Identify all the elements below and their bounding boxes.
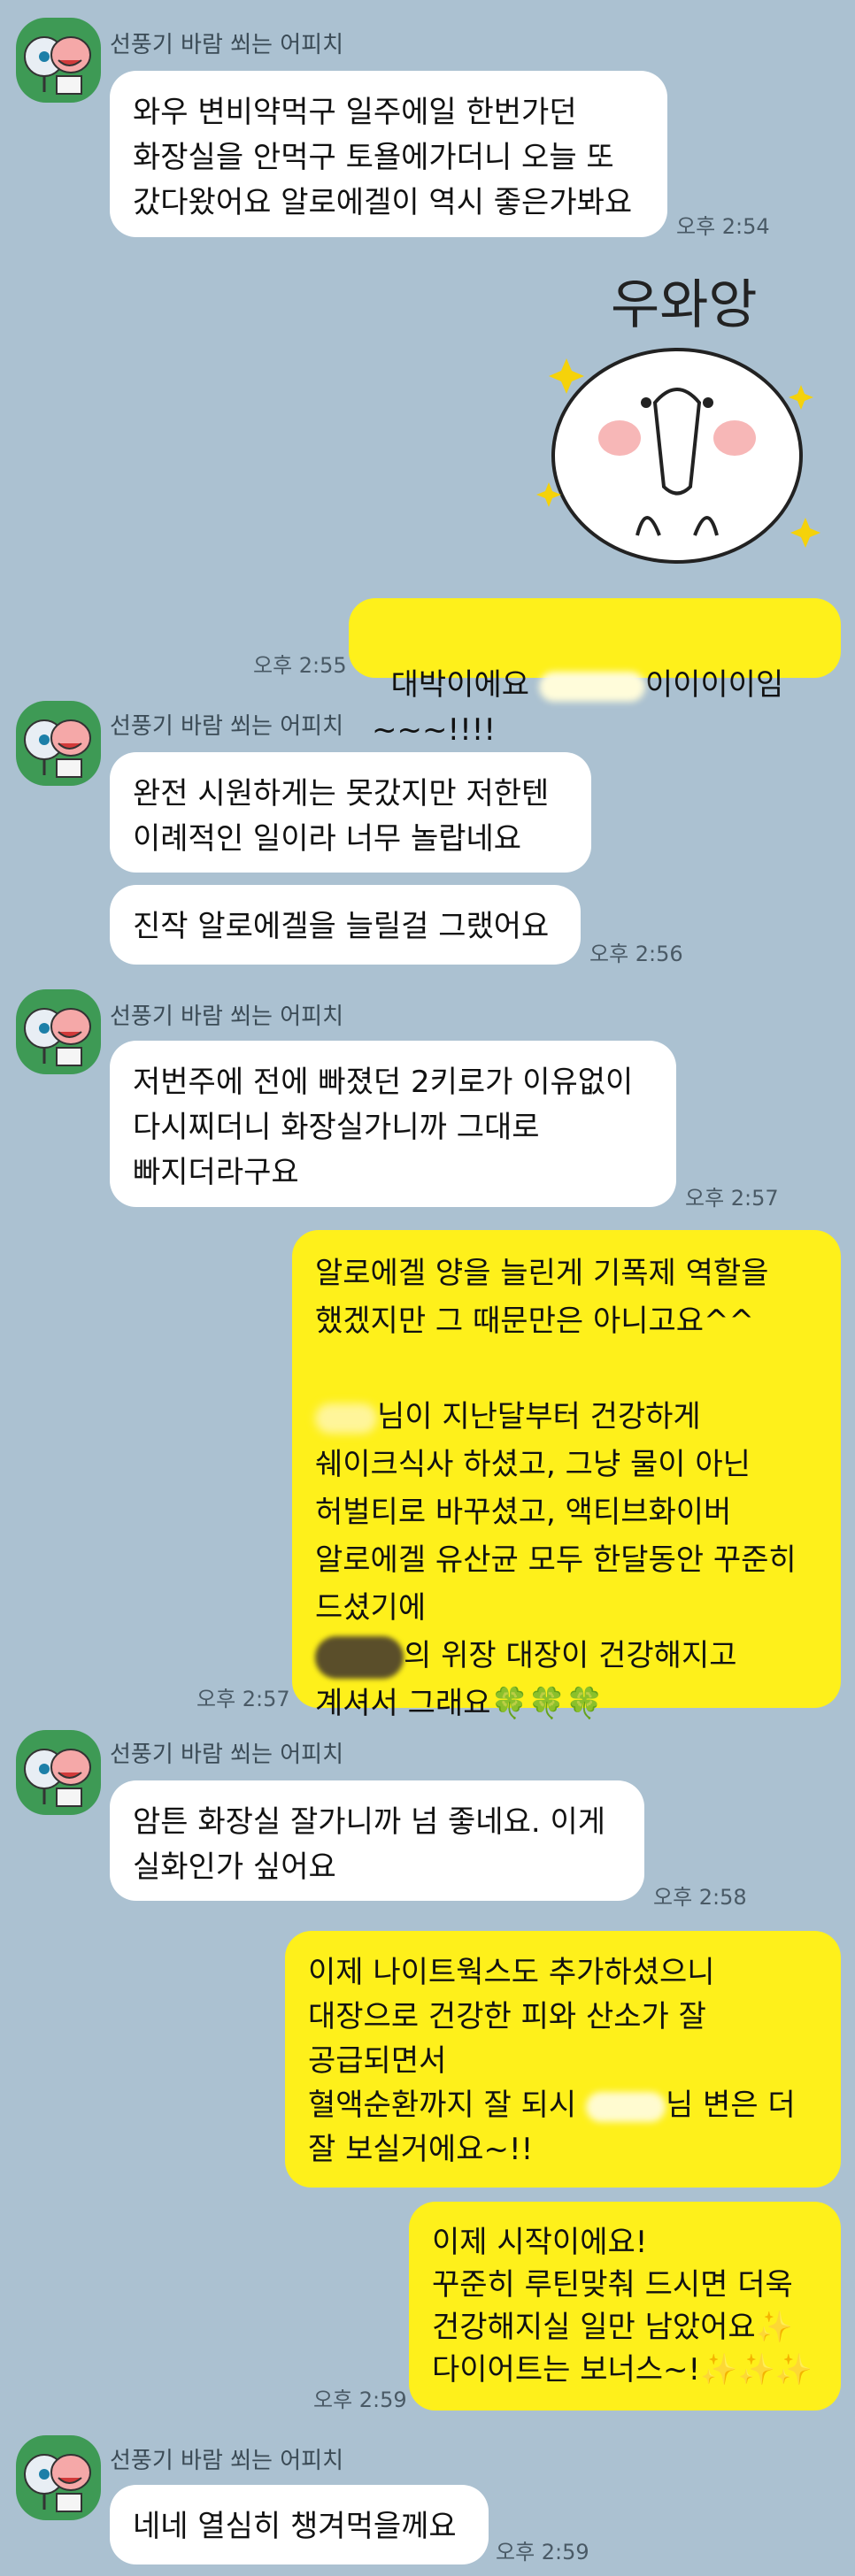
peach-fan-avatar-icon [24, 1749, 91, 1807]
message-time: 오후 2:54 [676, 214, 770, 239]
sender-name: 선풍기 바람 쐬는 어피치 [110, 2448, 343, 2474]
message-line: 공급되면서 [308, 2043, 447, 2079]
message-line: 건강해지실 일만 남았어요 [432, 2310, 756, 2345]
message-time: 오후 2:57 [685, 1186, 779, 1211]
message-bubble[interactable]: 이제 시작이에요! 꾸준히 루틴맞춰 드시면 더욱 건강해지실 일만 남았어요✨… [409, 2202, 841, 2411]
message-line: 꾸준히 루틴맞춰 드시면 더욱 [432, 2267, 793, 2303]
sparkle-emoji-icon: ✨ [755, 2310, 794, 2345]
message-line: 허벌티로 바꾸셨고, 액티브화이버 [315, 1495, 732, 1530]
message-time: 오후 2:59 [313, 2388, 407, 2412]
avatar[interactable] [16, 989, 101, 1074]
peach-fan-avatar-icon [24, 1008, 91, 1066]
sender-name: 선풍기 바람 쐬는 어피치 [110, 32, 343, 58]
sparkle-emoji-icon: ✨✨✨ [700, 2352, 813, 2388]
message-bubble[interactable]: 와우 변비약먹구 일주에일 한번가던 화장실을 안먹구 토욜에가더니 오늘 또 … [110, 71, 667, 237]
message-bubble[interactable]: 알로에겔 양을 늘린게 기폭제 역할을 했겠지만 그 때문만은 아니고요^^ 님… [292, 1230, 841, 1721]
message-line: 알로에겔 양을 늘린게 기폭제 역할을 [315, 1256, 769, 1291]
sender-name: 선풍기 바람 쐬는 어피치 [110, 1003, 343, 1030]
redacted-name [585, 2091, 666, 2122]
peach-fan-avatar-icon [24, 719, 91, 778]
message-time: 오후 2:57 [196, 1687, 290, 1711]
avatar[interactable] [16, 2435, 101, 2520]
message-bubble[interactable]: 대박이에요 이이이이임~~~!!!! [349, 598, 841, 748]
message-time: 오후 2:58 [653, 1885, 747, 1910]
message-text: 대박이에요 [390, 667, 539, 703]
message-bubble[interactable]: 이제 나이트웍스도 추가하셨으니 대장으로 건강한 피와 산소가 잘 공급되면서… [285, 1931, 841, 2188]
message-line: 계셔서 그래요 [315, 1686, 491, 1721]
message-line: 혈액순환까지 잘 되시 [308, 2088, 577, 2123]
message-line: 쉐이크식사 하셨고, 그냥 물이 아닌 [315, 1447, 751, 1482]
message-line: 님 변은 더 [665, 2088, 796, 2123]
excited-character-sticker-icon: 우와앙 [536, 274, 820, 564]
message-time: 오후 2:55 [253, 653, 347, 678]
sender-name: 선풍기 바람 쐬는 어피치 [110, 713, 343, 740]
message-bubble[interactable]: 네네 열심히 챙겨먹을께요 [110, 2485, 489, 2564]
sticker-text: 우와앙 [611, 274, 758, 336]
message-line: 알로에겔 유산균 모두 한달동안 꾸준히 [315, 1542, 797, 1578]
message-time: 오후 2:59 [496, 2540, 589, 2564]
message-line: 이제 시작이에요! [432, 2225, 648, 2260]
message-line: 드셨기에 [315, 1590, 427, 1626]
message-bubble[interactable]: 완전 시원하게는 못갔지만 저한텐 이례적인 일이라 너무 놀랍네요 [110, 752, 591, 873]
avatar[interactable] [16, 1730, 101, 1815]
message-line: 님이 지난달부터 건강하게 [377, 1399, 701, 1434]
message-bubble[interactable]: 진작 알로에겔을 늘릴걸 그랬어요 [110, 885, 581, 965]
message-line: 대장으로 건강한 피와 산소가 잘 [308, 1999, 706, 2034]
sticker[interactable]: 우와앙 [531, 270, 823, 580]
message-line: 이제 나이트웍스도 추가하셨으니 [308, 1955, 715, 1990]
avatar[interactable] [16, 18, 101, 103]
message-bubble[interactable]: 저번주에 전에 빠졌던 2키로가 이유없이 다시찌더니 화장실가니까 그대로 빠… [110, 1041, 676, 1207]
message-line: 의 위장 대장이 건강해지고 [404, 1638, 737, 1673]
redacted-name [538, 671, 645, 702]
message-line: 잘 보실거에요~!! [308, 2132, 534, 2167]
redacted-name [315, 1403, 377, 1434]
message-time: 오후 2:56 [589, 942, 683, 966]
clover-emoji-icon: 🍀🍀🍀 [490, 1686, 604, 1721]
sender-name: 선풍기 바람 쐬는 어피치 [110, 1742, 343, 1768]
peach-fan-avatar-icon [24, 2454, 91, 2512]
avatar[interactable] [16, 701, 101, 786]
message-line: 했겠지만 그 때문만은 아니고요^^ [315, 1303, 755, 1339]
redacted-name [315, 1635, 404, 1679]
peach-fan-avatar-icon [24, 36, 91, 95]
message-bubble[interactable]: 암튼 화장실 잘가니까 넘 좋네요. 이게 실화인가 싶어요 [110, 1780, 644, 1901]
message-line: 다이어트는 보너스~! [432, 2352, 701, 2388]
